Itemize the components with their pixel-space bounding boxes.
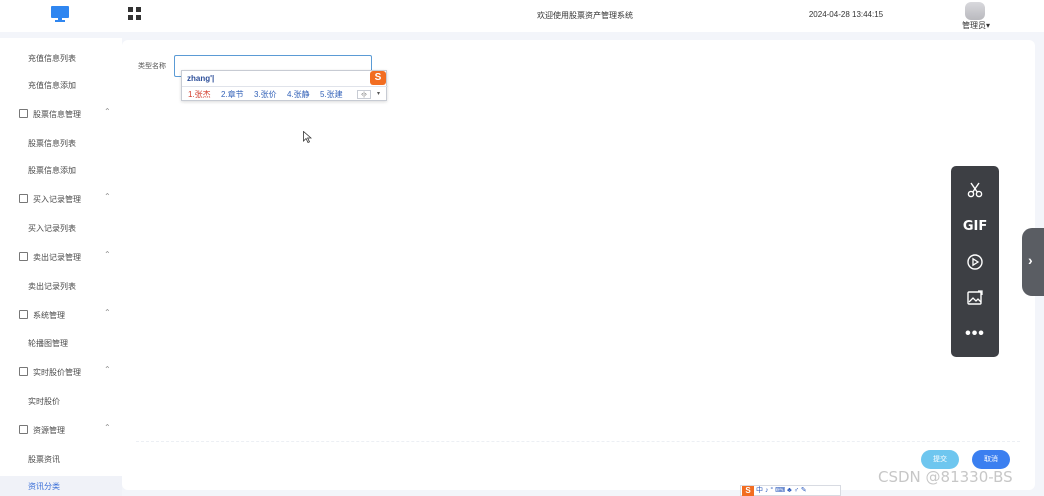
sidebar-item-label: 股票信息添加 [28, 166, 76, 175]
sogou-logo-icon[interactable]: S [742, 486, 754, 496]
sidebar: 充值信息列表 充值信息添加 ⌃ 股票信息管理股票信息列表 股票信息添加 ⌃ 买入记录管理买入… [0, 38, 122, 496]
sidebar-item-label: 买入记录管理 [33, 195, 81, 204]
sidebar-item-label: 卖出记录列表 [28, 282, 76, 291]
ime-candidate-list: 1.张杰 2.章节 3.张价 4.张静 5.张建 ‹|› ▾ [182, 86, 388, 101]
chevron-up-icon: ⌃ [104, 365, 111, 374]
scissors-icon[interactable] [963, 178, 987, 202]
ime-candidate[interactable]: 2.章节 [221, 89, 244, 100]
header-datetime: 2024-04-28 13:44:15 [808, 10, 884, 19]
sidebar-item-label: 资讯分类 [28, 482, 60, 491]
ime-candidate[interactable]: 3.张价 [254, 89, 277, 100]
more-label: ••• [965, 325, 985, 342]
main-card [122, 40, 1035, 490]
ime-candidate[interactable]: 1.张杰 [188, 89, 211, 100]
monitor-icon [19, 425, 28, 434]
sidebar-item[interactable]: ⌃ 股票信息管理 [0, 104, 122, 124]
sidebar-item[interactable]: 卖出记录列表 [0, 276, 122, 296]
sidebar-item[interactable]: ⌃ 实时股价管理 [0, 362, 122, 382]
sidebar-item-label: 充值信息添加 [28, 81, 76, 90]
gear-icon [19, 367, 28, 376]
chart-icon [19, 194, 28, 203]
sidebar-item-label: 股票信息列表 [28, 139, 76, 148]
ime-candidate[interactable]: 5.张建 [320, 89, 343, 100]
gif-label: GIF [962, 218, 988, 234]
sidebar-item-label: 轮播图管理 [28, 339, 68, 348]
avatar[interactable] [965, 2, 985, 20]
sidebar-item[interactable]: 股票信息列表 [0, 133, 122, 153]
chevron-right-icon: › [1028, 252, 1033, 268]
sidebar-item-label: 股票资讯 [28, 455, 60, 464]
sidebar-item[interactable]: 股票信息添加 [0, 160, 122, 180]
ime-status-icons[interactable]: 中 ♪ ° ⌨ ♣ ♂ ✎ [756, 486, 807, 496]
watermark: CSDN @81330-BS [878, 468, 1013, 486]
sidebar-item-label: 系统管理 [33, 311, 65, 320]
more-icon[interactable]: ••• [963, 322, 987, 346]
screenshot-toolbar: GIF ••• [951, 166, 999, 357]
chevron-up-icon: ⌃ [104, 192, 111, 201]
sidebar-item[interactable]: ⌃ 买入记录管理 [0, 189, 122, 209]
sidebar-item[interactable]: 充值信息列表 [0, 48, 122, 68]
record-video-icon[interactable] [963, 250, 987, 274]
sidebar-item[interactable]: 股票资讯 [0, 449, 122, 469]
sidebar-item[interactable]: 充值信息添加 [0, 75, 122, 95]
sidebar-item[interactable]: ⌃ 资源管理 [0, 420, 122, 440]
chart-icon [19, 252, 28, 261]
sogou-logo-icon[interactable]: S [370, 71, 386, 85]
ime-composition: zhang'| [187, 74, 215, 83]
sidebar-item[interactable]: 实时股价 [0, 391, 122, 411]
sidebar-item-label: 股票信息管理 [33, 110, 81, 119]
sidebar-item[interactable]: 资讯分类 [0, 476, 122, 496]
sidebar-item[interactable]: ⌃ 系统管理 [0, 305, 122, 325]
ime-candidate[interactable]: 4.张静 [287, 89, 310, 100]
ime-status-bar[interactable]: S 中 ♪ ° ⌨ ♣ ♂ ✎ [740, 485, 841, 496]
monitor-logo-icon[interactable] [51, 6, 69, 22]
gif-icon[interactable]: GIF [963, 214, 987, 238]
mouse-cursor-icon [303, 131, 312, 143]
user-menu[interactable]: 管理员▾ [955, 20, 997, 31]
submit-button[interactable]: 提交 [921, 450, 959, 469]
welcome-title: 欢迎使用股票资产管理系统 [537, 11, 633, 20]
sidebar-item-label: 实时股价管理 [33, 368, 81, 377]
chevron-up-icon: ⌃ [104, 107, 111, 116]
sidebar-item-label: 买入记录列表 [28, 224, 76, 233]
sidebar-item-label: 充值信息列表 [28, 54, 76, 63]
chevron-up-icon: ⌃ [104, 423, 111, 432]
sidebar-item-label: 资源管理 [33, 426, 65, 435]
form-divider [136, 441, 1020, 442]
folder-icon [19, 310, 28, 319]
sidebar-item[interactable]: 买入记录列表 [0, 218, 122, 238]
side-expand-tab[interactable]: › [1022, 228, 1044, 296]
ime-pager[interactable]: ‹|› [357, 90, 371, 99]
user-name: 管理员 [961, 21, 986, 30]
chevron-up-icon: ⌃ [104, 250, 111, 259]
sidebar-item[interactable]: ⌃ 卖出记录管理 [0, 247, 122, 267]
image-capture-icon[interactable] [963, 286, 987, 310]
type-name-label: 类型名称 [138, 63, 166, 70]
sidebar-item-label: 实时股价 [28, 397, 60, 406]
sidebar-item-label: 卖出记录管理 [33, 253, 81, 262]
top-header: 欢迎使用股票资产管理系统 2024-04-28 13:44:15 管理员▾ [0, 0, 1044, 32]
ime-candidate-popup: zhang'| S 1.张杰 2.章节 3.张价 4.张静 5.张建 ‹|› ▾ [181, 70, 388, 101]
chevron-down-icon: ▾ [985, 21, 990, 30]
menu-grid-icon[interactable] [128, 7, 141, 20]
cancel-button[interactable]: 取消 [972, 450, 1010, 469]
chevron-down-icon[interactable]: ▾ [374, 90, 383, 99]
chevron-up-icon: ⌃ [104, 308, 111, 317]
sidebar-item[interactable]: 轮播图管理 [0, 333, 122, 353]
chart-icon [19, 109, 28, 118]
